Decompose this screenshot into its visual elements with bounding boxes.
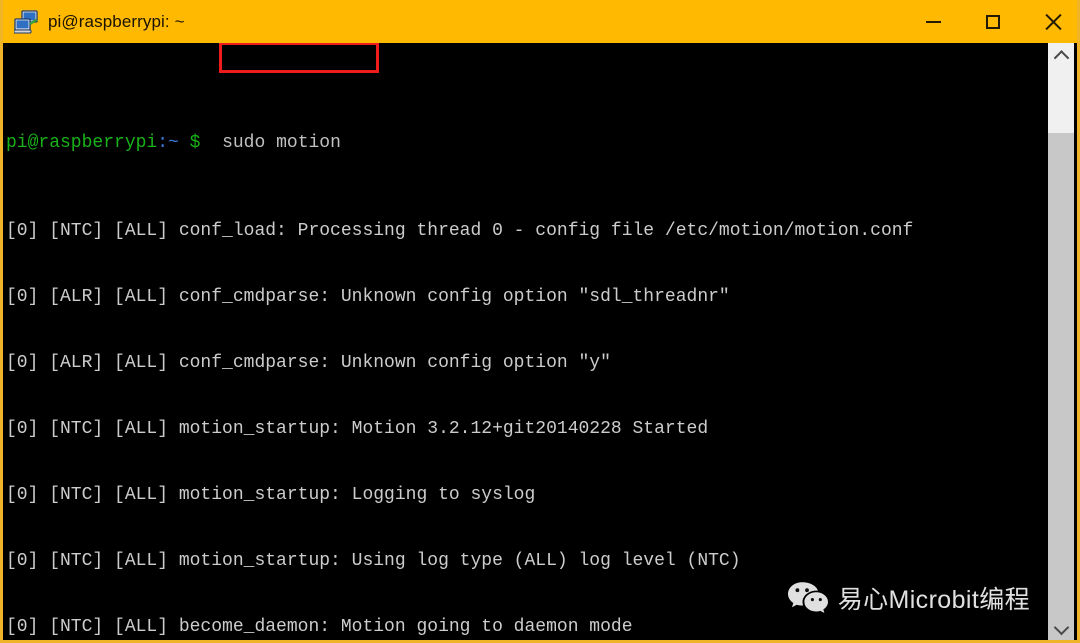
terminal-log-line: [0] [ALR] [ALL] conf_cmdparse: Unknown c… — [6, 287, 730, 307]
title-bar[interactable]: pi@raspberrypi: ~ — [3, 0, 1077, 43]
terminal-log-line: [0] [NTC] [ALL] motion_startup: Logging … — [6, 485, 536, 505]
terminal-log-line: [0] [NTC] [ALL] conf_load: Processing th… — [6, 221, 914, 241]
minimize-icon — [925, 20, 941, 23]
watermark: 易心Microbit编程 — [787, 580, 1030, 616]
maximize-button[interactable] — [963, 0, 1023, 43]
terminal-output-area[interactable]: pi@raspberrypi:~ $ sudo motion [0] [NTC]… — [6, 43, 1054, 640]
command-highlight-box — [219, 43, 379, 73]
close-button[interactable] — [1023, 0, 1077, 43]
terminal-prompt-line: pi@raspberrypi:~ $ sudo motion — [6, 132, 1054, 154]
prompt-path: :~ — [157, 133, 179, 153]
scrollbar-thumb[interactable] — [1048, 69, 1074, 133]
prompt-symbol: $ — [189, 133, 201, 153]
close-icon — [1044, 13, 1062, 31]
typed-command: sudo motion — [222, 133, 341, 153]
watermark-text: 易心Microbit编程 — [837, 586, 1030, 614]
vertical-scrollbar[interactable] — [1048, 43, 1074, 640]
terminal-log-line: [0] [NTC] [ALL] motion_startup: Motion 3… — [6, 419, 709, 439]
chevron-up-icon — [1053, 49, 1069, 66]
terminal-log-line: [0] [NTC] [ALL] become_daemon: Motion go… — [6, 617, 633, 637]
window-title: pi@raspberrypi: ~ — [48, 11, 185, 31]
minimize-button[interactable] — [903, 0, 963, 43]
putty-terminal-icon — [13, 9, 40, 34]
scroll-up-button[interactable] — [1048, 43, 1074, 69]
scroll-down-button[interactable] — [1048, 614, 1074, 640]
terminal-window: pi@raspberrypi: ~ pi@raspberrypi:~ $ sud… — [0, 0, 1080, 643]
chevron-down-icon — [1053, 619, 1069, 635]
terminal-log-line: [0] [ALR] [ALL] conf_cmdparse: Unknown c… — [6, 353, 611, 373]
maximize-icon — [986, 14, 1000, 29]
window-controls — [903, 0, 1077, 43]
prompt-user-host: pi@raspberrypi — [6, 133, 158, 153]
terminal-log-line: [0] [NTC] [ALL] motion_startup: Using lo… — [6, 551, 741, 571]
wechat-icon — [787, 581, 829, 615]
terminal-text: pi@raspberrypi:~ $ sudo motion [0] [NTC]… — [6, 43, 1054, 640]
